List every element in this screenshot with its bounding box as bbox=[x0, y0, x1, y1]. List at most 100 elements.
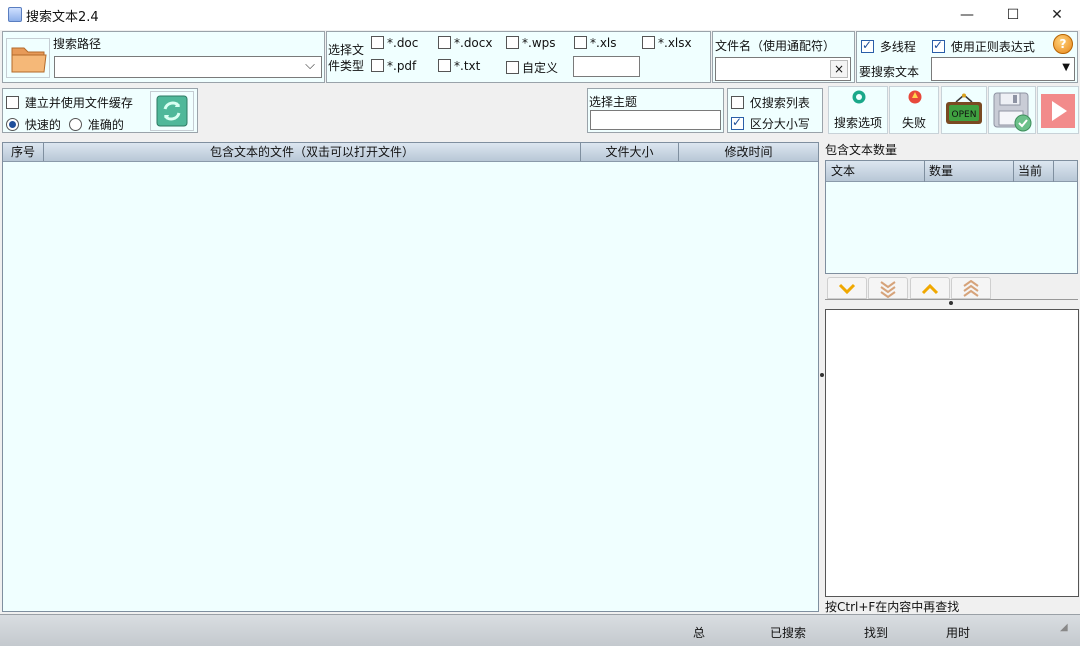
filetype-xlsx-label: *.xlsx bbox=[658, 36, 692, 50]
theme-input[interactable] bbox=[590, 110, 721, 130]
refresh-cache-button[interactable] bbox=[150, 91, 194, 131]
divider bbox=[825, 299, 1078, 300]
content-hint: 按Ctrl+F在内容中再查找 bbox=[825, 600, 960, 614]
filetype-xls-label: *.xls bbox=[590, 36, 617, 50]
filetype-docx-checkbox[interactable]: *.docx bbox=[438, 36, 492, 50]
theme-panel: 选择主题 bbox=[587, 88, 724, 133]
filename-label: 文件名（使用通配符） bbox=[715, 39, 836, 53]
minimize-button[interactable]: — bbox=[944, 0, 990, 30]
case-sensitive-check[interactable] bbox=[731, 115, 744, 130]
filetype-docx-check[interactable] bbox=[438, 36, 451, 49]
refresh-icon bbox=[156, 95, 188, 127]
filetype-doc-label: *.doc bbox=[387, 36, 419, 50]
search-text-combobox[interactable]: ▼ bbox=[931, 57, 1075, 81]
theme-label: 选择主题 bbox=[589, 95, 638, 109]
multithread-check[interactable] bbox=[861, 38, 874, 53]
filetype-wps-checkbox[interactable]: *.wps bbox=[506, 36, 556, 50]
filetype-wps-check[interactable] bbox=[506, 36, 519, 49]
search-text-label: 要搜索文本 bbox=[859, 65, 920, 79]
cache-check[interactable] bbox=[6, 96, 19, 109]
filetype-custom-check[interactable] bbox=[506, 61, 519, 74]
cache-checkbox[interactable]: 建立并使用文件缓存 bbox=[6, 94, 133, 111]
filetype-xlsx-check[interactable] bbox=[642, 36, 655, 49]
column-file[interactable]: 包含文本的文件（双击可以打开文件） bbox=[44, 143, 581, 161]
count-table[interactable]: 文本 数量 当前 bbox=[825, 160, 1078, 274]
double-chevron-up-icon bbox=[963, 279, 979, 297]
count-header: 文本 数量 当前 bbox=[826, 161, 1077, 182]
last-match-button[interactable] bbox=[868, 277, 908, 299]
search-options-button[interactable]: 搜索选项 bbox=[828, 86, 888, 134]
content-viewer[interactable] bbox=[825, 309, 1079, 597]
fast-radio-dot[interactable] bbox=[6, 118, 19, 131]
filetype-custom-label: 自定义 bbox=[522, 61, 559, 75]
gear-icon bbox=[852, 90, 866, 104]
column-index[interactable]: 序号 bbox=[3, 143, 44, 161]
column-text[interactable]: 文本 bbox=[826, 161, 925, 182]
open-file-button[interactable]: OPEN bbox=[941, 86, 987, 134]
folder-icon bbox=[11, 47, 47, 73]
fast-radio[interactable]: 快速的 bbox=[6, 116, 61, 133]
filetype-custom-checkbox[interactable]: 自定义 bbox=[506, 59, 558, 76]
status-bar: 总 已搜索 找到 用时 ◢ bbox=[0, 614, 1080, 646]
filetype-pdf-checkbox[interactable]: *.pdf bbox=[371, 59, 416, 73]
regex-check[interactable] bbox=[932, 38, 945, 53]
multithread-checkbox[interactable]: 多线程 bbox=[861, 38, 916, 55]
filename-input[interactable]: × bbox=[715, 57, 851, 81]
status-searched: 已搜索 bbox=[770, 626, 807, 640]
filetype-doc-checkbox[interactable]: *.doc bbox=[371, 36, 418, 50]
filetype-xls-checkbox[interactable]: *.xls bbox=[574, 36, 617, 50]
chevron-down-icon bbox=[838, 283, 856, 295]
fail-button[interactable]: 失败 bbox=[889, 86, 939, 134]
filetype-txt-label: *.txt bbox=[454, 59, 481, 73]
only-list-checkbox[interactable]: 仅搜索列表 bbox=[731, 94, 810, 111]
regex-checkbox[interactable]: 使用正则表达式 bbox=[932, 38, 1035, 55]
app-icon bbox=[8, 7, 22, 22]
help-icon[interactable]: ? bbox=[1053, 34, 1073, 54]
previous-match-button[interactable] bbox=[910, 277, 950, 299]
filetype-pdf-check[interactable] bbox=[371, 59, 384, 72]
case-sensitive-checkbox[interactable]: 区分大小写 bbox=[731, 115, 810, 132]
open-sign-icon: OPEN bbox=[946, 93, 982, 124]
only-list-check[interactable] bbox=[731, 96, 744, 109]
column-count[interactable]: 数量 bbox=[925, 161, 1014, 182]
maximize-button[interactable]: ☐ bbox=[990, 0, 1036, 30]
options-panel: 多线程 使用正则表达式 ? 要搜索文本 ▼ bbox=[856, 31, 1078, 83]
svg-text:OPEN: OPEN bbox=[952, 110, 977, 120]
clear-filename-button[interactable]: × bbox=[830, 60, 848, 78]
chevron-up-icon bbox=[921, 283, 939, 295]
column-current[interactable]: 当前 bbox=[1014, 161, 1054, 182]
column-size[interactable]: 文件大小 bbox=[581, 143, 679, 161]
results-table[interactable]: 序号 包含文本的文件（双击可以打开文件） 文件大小 修改时间 bbox=[2, 142, 819, 612]
double-chevron-down-icon bbox=[880, 281, 896, 299]
start-search-button[interactable] bbox=[1037, 86, 1079, 134]
column-modified[interactable]: 修改时间 bbox=[679, 143, 818, 161]
filetype-xls-check[interactable] bbox=[574, 36, 587, 49]
filename-panel: 文件名（使用通配符） × bbox=[712, 31, 855, 83]
first-match-button[interactable] bbox=[951, 277, 991, 299]
list-options-panel: 仅搜索列表 区分大小写 bbox=[727, 88, 823, 133]
next-match-button[interactable] bbox=[827, 277, 867, 299]
filetype-txt-checkbox[interactable]: *.txt bbox=[438, 59, 480, 73]
accurate-radio[interactable]: 准确的 bbox=[69, 116, 124, 133]
resize-grip-icon[interactable]: ◢ bbox=[1060, 622, 1068, 633]
filetype-label: 选择文件类型 bbox=[328, 43, 365, 73]
browse-folder-button[interactable] bbox=[6, 38, 50, 78]
filetype-xlsx-checkbox[interactable]: *.xlsx bbox=[642, 36, 692, 50]
dropdown-arrow-icon[interactable]: ▼ bbox=[1062, 62, 1070, 73]
vertical-splitter-handle[interactable] bbox=[820, 373, 824, 377]
filetype-doc-check[interactable] bbox=[371, 36, 384, 49]
accurate-radio-dot[interactable] bbox=[69, 118, 82, 131]
cache-panel: 建立并使用文件缓存 快速的 准确的 bbox=[2, 88, 198, 133]
status-total: 总 bbox=[693, 626, 706, 640]
filetype-pdf-label: *.pdf bbox=[387, 59, 417, 73]
filetype-txt-check[interactable] bbox=[438, 59, 451, 72]
path-combobox[interactable]: ⌵ bbox=[54, 56, 322, 78]
horizontal-splitter-handle[interactable] bbox=[949, 301, 953, 305]
status-time: 用时 bbox=[946, 626, 971, 640]
close-button[interactable]: ✕ bbox=[1034, 0, 1080, 30]
filetype-panel: 选择文件类型 *.doc *.docx *.wps *.xls *.xlsx *.pdf *… bbox=[326, 31, 711, 83]
play-icon bbox=[1041, 94, 1075, 128]
custom-extension-input[interactable] bbox=[573, 56, 640, 77]
chevron-down-icon[interactable]: ⌵ bbox=[305, 58, 315, 73]
save-button[interactable] bbox=[988, 86, 1036, 134]
